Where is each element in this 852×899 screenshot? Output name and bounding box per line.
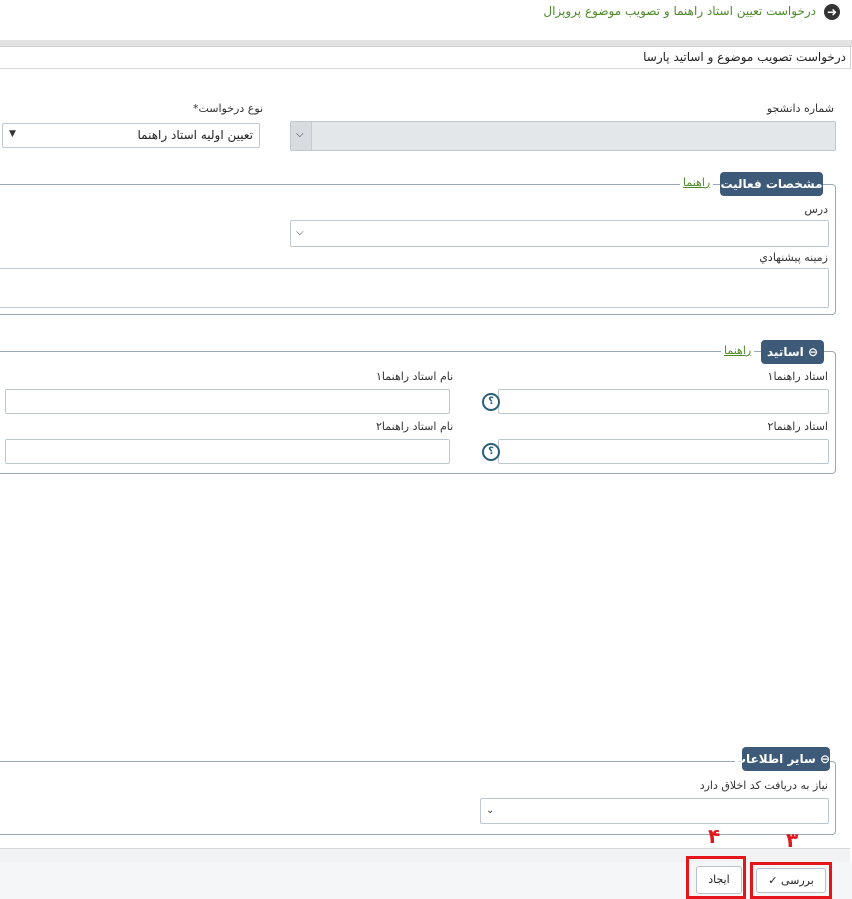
request-type-label: نوع درخواست* [193,102,264,115]
annotation-number-4: ۴ [708,824,721,848]
request-type-value: تعیین اولیه استاد راهنما [137,128,253,142]
review-button-label: بررسی [780,874,814,887]
proposed-field-textarea[interactable] [0,268,829,308]
question-icon[interactable]: ؟ [482,393,500,411]
request-type-select[interactable]: تعیین اولیه استاد راهنما ▼ [2,123,260,148]
activity-guide-link[interactable]: راهنما [680,176,714,189]
advisors-legend-label: اساتید [766,345,804,359]
course-label: درس [804,203,828,216]
advisor1-label: استاد راهنما۱ [767,370,828,383]
review-button[interactable]: بررسی ✓ [756,868,826,893]
advisors-legend[interactable]: ⊖ اساتید [761,340,824,364]
advisor1-name-field[interactable] [5,389,450,414]
advisor2-label: استاد راهنما۲ [767,420,828,433]
advisor2-name-label: نام استاد راهنما۲ [376,420,454,433]
ethics-code-select[interactable]: ⌄ [480,798,829,824]
advisor1-name-label: نام استاد راهنما۱ [376,370,454,383]
advisors-guide-link[interactable]: راهنما [721,344,755,357]
advisor2-name-field[interactable] [5,439,450,464]
chevron-down-icon: ⌄ [486,805,495,816]
chevron-down-icon: ▼ [9,129,16,139]
panel-title: درخواست تصویب موضوع و اساتید پارسا [643,50,846,64]
student-number-label: شماره دانشجو [766,102,834,115]
annotation-number-3: ۳ [786,828,799,852]
arrow-left-circle-icon[interactable]: ➜ [824,4,840,20]
minus-circle-icon: ⊖ [819,752,830,766]
chevron-down-icon: ⌵ [296,129,304,140]
other-info-legend[interactable]: ⊖ سایر اطلاعات [734,747,830,771]
advisor1-input[interactable] [498,389,829,414]
minus-circle-icon: ⊖ [807,345,818,359]
check-icon: ✓ [768,874,778,887]
other-info-legend-label: سایر اطلاعات [734,752,816,766]
course-select[interactable]: ⌵ [290,220,829,247]
advisor2-input[interactable] [498,439,829,464]
chevron-down-icon: ⌵ [296,227,304,238]
proposed-field-label: زمینه پیشنهادي [759,251,828,264]
ethics-code-label: نیاز به دریافت کد اخلاق دارد [699,779,828,792]
question-icon[interactable]: ؟ [482,443,500,461]
student-number-select[interactable]: ⌵ [290,121,836,151]
page-title: درخواست تعیین استاد راهنما و تصویب موضوع… [543,4,816,18]
create-button[interactable]: ایجاد [696,866,742,894]
activity-legend[interactable]: مشخصات فعالیت [720,172,823,196]
